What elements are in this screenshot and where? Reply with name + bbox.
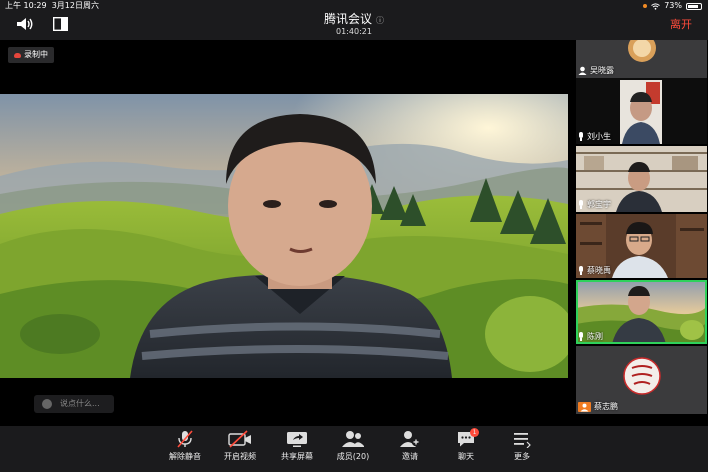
more-label: 更多	[514, 452, 530, 461]
leave-button[interactable]: 离开	[670, 16, 692, 32]
mic-icon	[578, 332, 584, 341]
battery-percent: 73%	[664, 1, 682, 10]
participant-name: 郭宝宇	[587, 200, 611, 209]
cloud-record-icon	[14, 52, 21, 58]
chat-label: 聊天	[458, 452, 474, 461]
info-icon[interactable]: ⓘ	[376, 16, 384, 25]
participant-tile[interactable]: 蔡晓禹	[576, 214, 707, 278]
mic-muted-icon	[177, 430, 193, 448]
invite-button[interactable]: 邀请	[385, 430, 435, 462]
recording-label: 录制中	[24, 50, 48, 59]
camera-off-icon	[228, 430, 251, 448]
main-video-stage: 录制中 说点什么...	[0, 40, 572, 426]
status-time: 上午 10:29	[5, 1, 47, 10]
share-screen-icon	[287, 432, 307, 447]
participant-name-tag: 吴晓露	[578, 65, 614, 76]
status-date: 3月12日周六	[51, 1, 99, 10]
status-time-date: 上午 10:29 3月12日周六	[5, 0, 99, 12]
chat-input[interactable]: 说点什么...	[34, 395, 114, 413]
meeting-title-text: 腾讯会议	[323, 12, 372, 26]
chat-placeholder: 说点什么...	[60, 399, 100, 408]
battery-icon	[686, 2, 702, 10]
status-right: 73%	[643, 0, 702, 12]
participant-name: 吴晓露	[590, 66, 614, 75]
participant-name-tag: 陈刚	[578, 331, 603, 342]
user-icon	[578, 66, 587, 75]
share-screen-button[interactable]: 共享屏幕	[272, 430, 322, 462]
status-bar: 上午 10:29 3月12日周六 73%	[0, 0, 708, 12]
unmute-label: 解除静音	[169, 452, 201, 461]
chat-button[interactable]: 1 聊天	[441, 428, 491, 462]
user-icon	[578, 401, 591, 412]
virtual-background-landscape	[0, 94, 568, 378]
participant-tile[interactable]: 蔡志鹏	[576, 346, 707, 414]
invite-user-icon	[400, 431, 421, 447]
emoji-icon[interactable]	[42, 399, 52, 409]
members-label: 成员(20)	[336, 452, 370, 461]
meeting-title[interactable]: 腾讯会议 ⓘ	[0, 12, 708, 28]
participant-tile[interactable]: 吴晓露	[576, 40, 707, 78]
participant-name-tag: 蔡晓禹	[578, 265, 611, 276]
speaker-video	[0, 94, 568, 378]
invite-label: 邀请	[402, 452, 418, 461]
participant-tile-active[interactable]: 陈刚	[576, 280, 707, 344]
participant-name-tag: 刘小生	[578, 131, 611, 142]
start-video-label: 开启视频	[224, 452, 256, 461]
members-icon	[342, 431, 364, 447]
start-video-button[interactable]: 开启视频	[215, 430, 265, 462]
mic-icon	[578, 266, 584, 275]
participant-name: 刘小生	[587, 132, 611, 141]
share-screen-label: 共享屏幕	[281, 452, 313, 461]
participant-tile[interactable]: 刘小生	[576, 78, 707, 144]
unmute-button[interactable]: 解除静音	[160, 430, 210, 462]
meeting-timer: 01:40:21	[336, 27, 372, 36]
participant-panel[interactable]: 吴晓露 刘小生 郭宝宇 蔡晓禹 陈刚 蔡志鹏	[575, 40, 708, 426]
mic-icon	[578, 200, 584, 209]
meeting-header: 腾讯会议 ⓘ 01:40:21 离开	[0, 12, 708, 40]
location-dot-icon	[643, 4, 648, 8]
bottom-toolbar: 解除静音 开启视频 共享屏幕 成员(20) 邀请 1 聊天 更多	[0, 426, 708, 472]
participant-name: 蔡晓禹	[587, 266, 611, 275]
more-button[interactable]: 更多	[497, 430, 547, 462]
participant-name: 蔡志鹏	[594, 402, 618, 411]
participant-name-tag: 蔡志鹏	[578, 401, 618, 412]
participant-name-tag: 郭宝宇	[578, 199, 611, 210]
participant-name: 陈刚	[587, 332, 603, 341]
wifi-icon	[651, 2, 661, 10]
recording-badge[interactable]: 录制中	[8, 47, 54, 63]
mic-icon	[578, 132, 584, 141]
chat-unread-badge: 1	[470, 428, 479, 437]
participant-tile[interactable]: 郭宝宇	[576, 146, 707, 212]
more-menu-icon	[514, 433, 531, 448]
members-button[interactable]: 成员(20)	[328, 430, 378, 462]
